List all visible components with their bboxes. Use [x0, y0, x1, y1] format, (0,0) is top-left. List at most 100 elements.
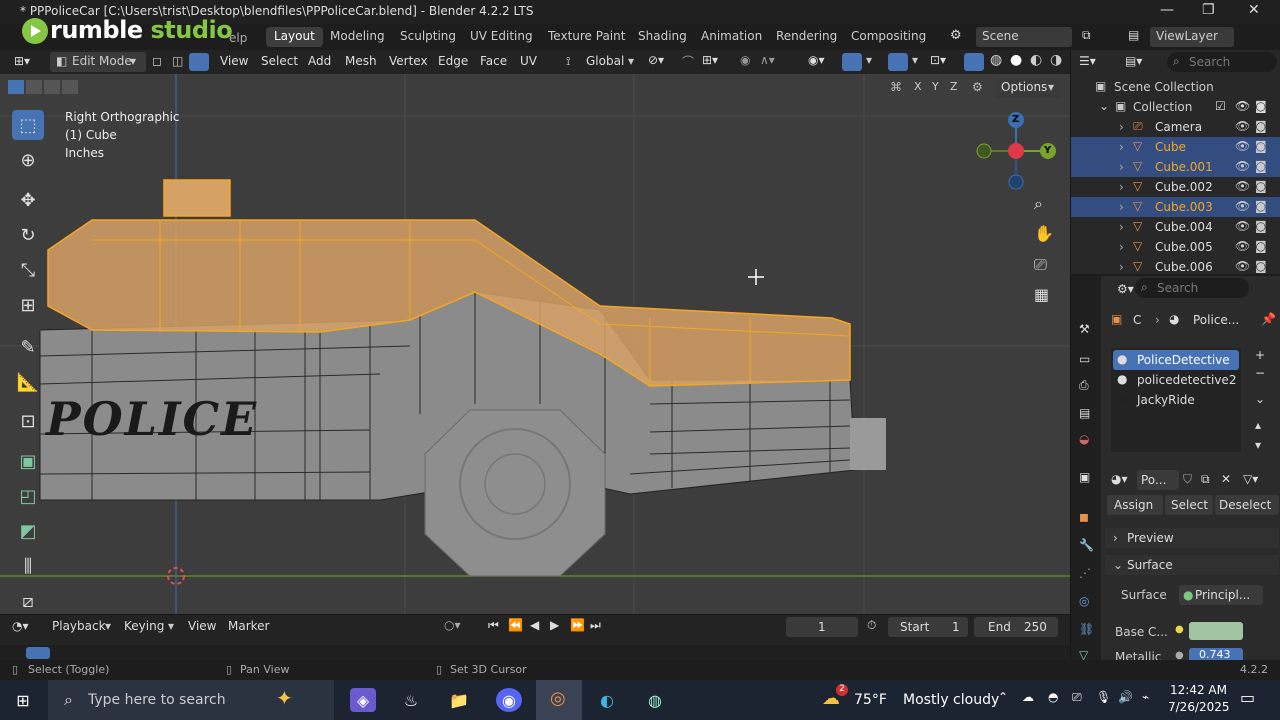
chevron-right-icon[interactable]: › [1119, 160, 1124, 174]
mirror-z[interactable]: Z [950, 80, 958, 93]
tab-rendering[interactable]: Rendering [768, 27, 845, 47]
preview-panel[interactable]: › Preview [1105, 528, 1279, 548]
outliner-item[interactable]: › ▽ Cube.003 👁 ◙ [1071, 197, 1280, 217]
move-down-icon[interactable]: ▾ [1255, 438, 1261, 452]
tab-compositing[interactable]: Compositing [843, 27, 934, 47]
windows-start-icon[interactable]: ⊞ [10, 688, 36, 712]
clock-time[interactable]: 12:42 AM [1170, 683, 1227, 697]
camera-icon[interactable]: ◙ [1255, 119, 1267, 133]
menu-face[interactable]: Face [480, 54, 507, 68]
outliner-editor-icon[interactable]: ☰▾ [1079, 54, 1096, 68]
weather-temp[interactable]: 75°F [854, 692, 887, 708]
render-tab-icon[interactable]: ▭ [1079, 352, 1090, 366]
unlink-icon[interactable]: ✕ [1221, 472, 1231, 486]
measure-icon[interactable]: 📐 [12, 367, 44, 397]
options-menu[interactable]: Options ▾ [994, 78, 1062, 98]
output-tab-icon[interactable]: ⎙ [1079, 378, 1089, 393]
chevron-down-icon[interactable]: ▾ [866, 53, 872, 67]
start-frame-field[interactable]: Start 1 [888, 617, 968, 637]
outliner-item[interactable]: › ⎚ Camera 👁 ◙ [1071, 117, 1280, 137]
view-layer-selector[interactable]: ViewLayer [1150, 27, 1234, 47]
mode-selector[interactable]: ◧ Edit Mode ▾ [50, 52, 146, 72]
chevron-right-icon[interactable]: › [1119, 240, 1124, 254]
scene-selector[interactable]: Scene [976, 27, 1072, 47]
file-explorer-icon[interactable]: 📁 [446, 688, 472, 712]
camera-icon[interactable]: ◙ [1255, 259, 1267, 273]
taskbar-search[interactable]: ⌕ Type here to search ✦ [48, 680, 334, 720]
copilot-icon[interactable]: ◈ [350, 688, 376, 712]
surface-shader-field[interactable]: ● Principl... [1179, 585, 1263, 605]
physics-tab-icon[interactable]: ◎ [1079, 594, 1089, 608]
object-tab-icon[interactable]: ▣ [1079, 470, 1090, 484]
eye-icon[interactable]: 👁 [1235, 259, 1250, 273]
inset-icon[interactable]: ◰ [12, 481, 44, 511]
current-frame-field[interactable]: 1 [786, 617, 858, 637]
fake-user-icon[interactable]: ⛉ [1183, 472, 1192, 487]
prev-keyframe-icon[interactable]: ⏪ [508, 618, 523, 632]
outliner-item[interactable]: › ▽ Cube.001 👁 ◙ [1071, 157, 1280, 177]
camera-icon[interactable]: ◙ [1255, 99, 1267, 113]
proportional-edit-icon[interactable]: ◉ [740, 53, 750, 67]
outliner-search[interactable]: ⌕ Search [1167, 52, 1277, 72]
annotate-icon[interactable]: ✎ [12, 332, 44, 362]
eye-icon[interactable]: 👁 [1235, 219, 1250, 233]
view-layer-tab-icon[interactable]: ▤ [1079, 406, 1090, 420]
link-type-icon[interactable]: ▽▾ [1243, 472, 1258, 486]
rotate-icon[interactable]: ↻ [12, 220, 44, 250]
tab-sculpting[interactable]: Sculpting [392, 27, 464, 47]
display-mode-icon[interactable]: ▤▾ [1125, 54, 1142, 68]
xray-toggle-icon[interactable] [964, 53, 984, 71]
xray-icon[interactable]: ⌘ [890, 80, 902, 94]
chevron-up-icon[interactable]: ⌃ [998, 690, 1008, 704]
add-slot-icon[interactable]: + [1255, 348, 1265, 362]
eye-icon[interactable]: 👁 [1235, 179, 1250, 193]
mirror-y[interactable]: Y [932, 80, 939, 93]
tab-layout[interactable]: Layout [266, 27, 323, 47]
transform-orientation[interactable]: Global [586, 54, 624, 68]
chevron-right-icon[interactable]: › [1119, 180, 1124, 194]
falloff-icon[interactable]: ∧▾ [760, 53, 775, 67]
app-icon[interactable]: ◍ [642, 688, 668, 712]
minimize-button[interactable]: — [1160, 2, 1174, 18]
menu-select[interactable]: Select [261, 54, 298, 68]
close-button[interactable]: ✕ [1248, 2, 1260, 18]
select-box-icon[interactable]: ⬚ [12, 110, 44, 140]
tab-animation[interactable]: Animation [693, 27, 770, 47]
pan-hand-icon[interactable]: ✋ [1034, 224, 1054, 243]
particles-tab-icon[interactable]: ⋰ [1079, 566, 1091, 580]
tab-modeling[interactable]: Modeling [322, 27, 393, 47]
menu-playback[interactable]: Playback [52, 619, 106, 633]
bevel-icon[interactable]: ◩ [12, 516, 44, 546]
checkbox-icon[interactable]: ☑ [1215, 99, 1226, 113]
eye-icon[interactable]: 👁 [1235, 119, 1250, 133]
play-reverse-icon[interactable]: ◀ [530, 618, 539, 632]
pin-icon[interactable]: 📌 [1261, 312, 1276, 326]
overlay-toggle-icon[interactable] [888, 53, 908, 71]
eye-icon[interactable]: 👁 [1235, 159, 1250, 173]
camera-icon[interactable]: ◙ [1255, 179, 1267, 193]
chevron-down-icon[interactable]: ⌄ [1255, 392, 1265, 406]
blender-task-active[interactable]: ◎ [536, 680, 582, 720]
move-icon[interactable]: ✥ [12, 185, 44, 215]
chevron-down-icon[interactable]: ▾ [912, 53, 918, 67]
solid-shading-icon[interactable]: ● [1010, 52, 1022, 68]
eye-icon[interactable]: 👁 [1235, 139, 1250, 153]
eye-icon[interactable]: 👁 [1235, 99, 1250, 113]
microphone-icon[interactable]: 🎙 [1096, 690, 1111, 704]
select-mode-strip[interactable] [8, 80, 104, 98]
face-select-icon[interactable] [189, 53, 209, 71]
add-cube-icon[interactable]: ⊡ [12, 406, 44, 436]
modifier-tab-icon[interactable]: 🔧 [1079, 538, 1094, 552]
object-props-icon[interactable]: ◼ [1079, 510, 1089, 524]
collection-row[interactable]: ⌄ ▣ Collection ☑ 👁 ◙ [1071, 97, 1280, 117]
mesh-overlay-icon[interactable]: ⊡▾ [930, 53, 946, 67]
camera-icon[interactable]: ◙ [1255, 199, 1267, 213]
material-slot-selected[interactable]: ● PoliceDetective [1113, 350, 1239, 370]
end-frame-field[interactable]: End 250 [974, 617, 1058, 637]
extrude-icon[interactable]: ▣ [12, 446, 44, 476]
remove-slot-icon[interactable]: − [1255, 366, 1265, 380]
wireframe-shading-icon[interactable]: ◍ [990, 52, 1002, 68]
material-slot[interactable]: ● policedetective2 [1113, 370, 1239, 390]
select-button[interactable]: Select [1165, 495, 1213, 515]
menu-keying[interactable]: Keying [124, 619, 164, 633]
